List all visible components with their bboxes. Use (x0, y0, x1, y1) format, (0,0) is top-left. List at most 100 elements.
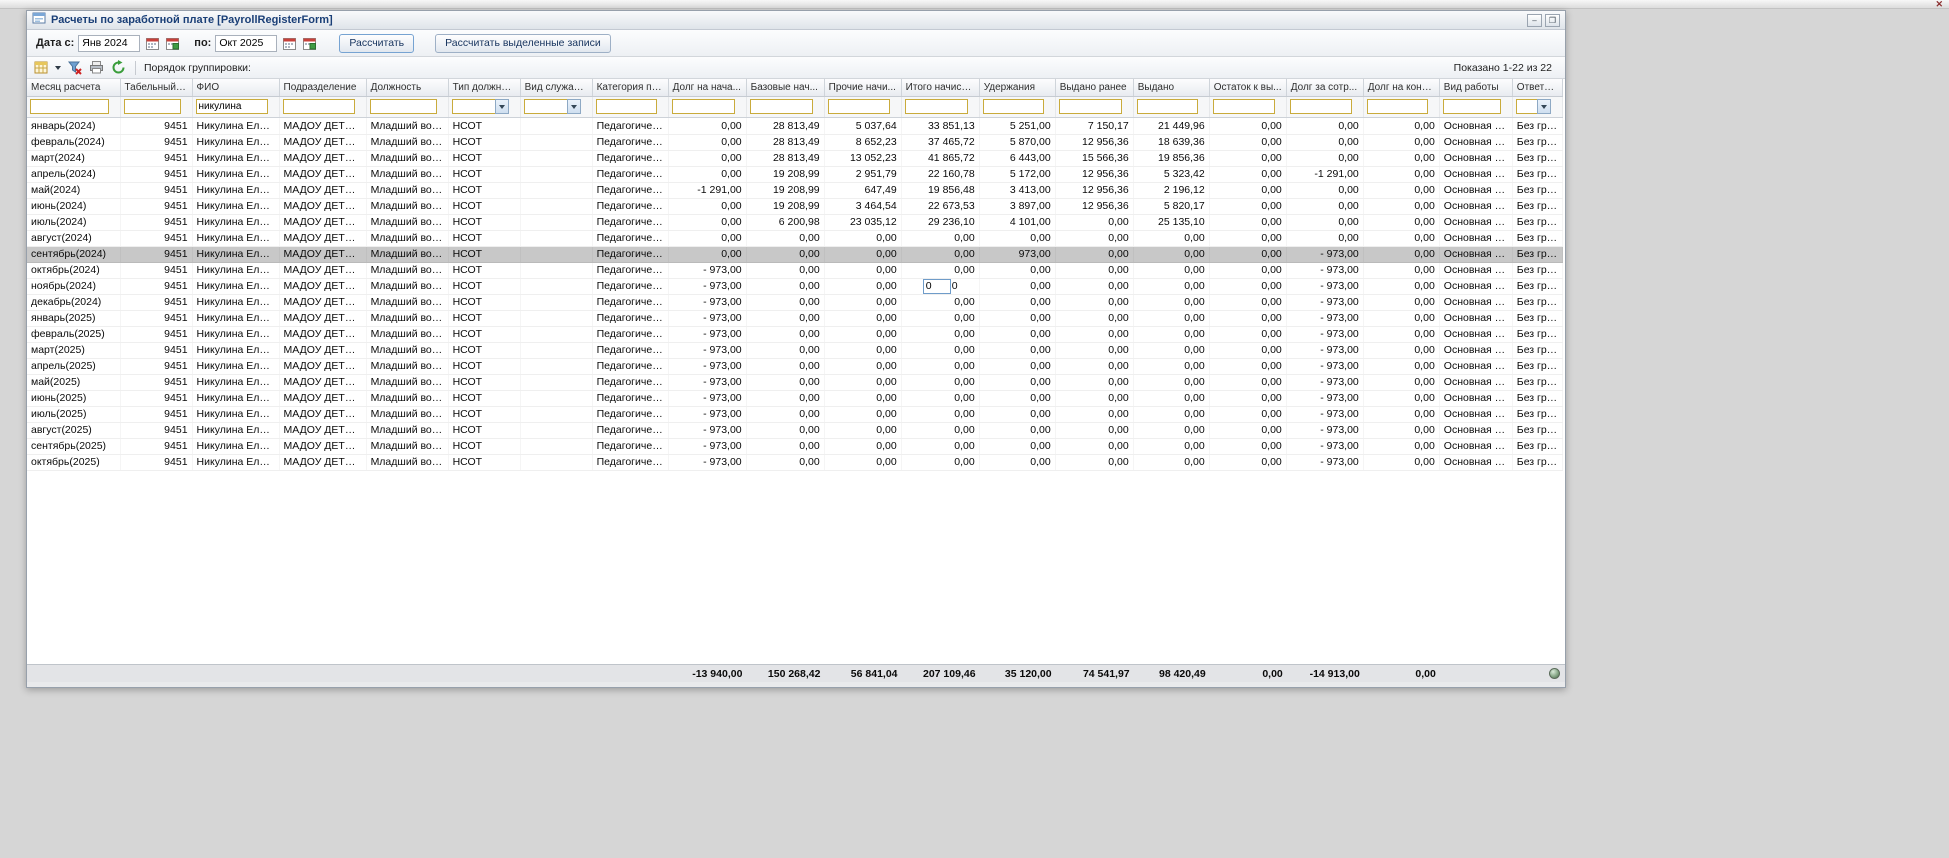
grid-cell[interactable]: 0,00 (979, 326, 1056, 343)
grid-cell[interactable] (520, 278, 593, 295)
grid-cell[interactable]: Основная работа (1439, 118, 1513, 135)
grid-row[interactable]: сентябрь(2025) 9451 Никулина Елен... МАДОУ … (27, 438, 1564, 455)
grid-cell[interactable]: Основная работа (1439, 182, 1513, 199)
grid-cell[interactable]: 0,00 (824, 294, 902, 311)
grid-cell[interactable]: Младший воспи... (366, 310, 449, 327)
grid-cell[interactable]: Без группы (1512, 406, 1564, 423)
grid-cell[interactable]: 5 172,00 (979, 166, 1056, 183)
grid-cell[interactable]: 0,00 (1363, 214, 1440, 231)
grid-cell[interactable]: Основная работа (1439, 390, 1513, 407)
grid-cell[interactable]: НСОТ (448, 454, 521, 471)
grid-cell[interactable]: 0,00 (901, 294, 980, 311)
grid-cell[interactable]: 0,00 (746, 454, 825, 471)
grid-cell[interactable]: - 973,00 (1286, 422, 1364, 439)
grid-cell[interactable]: 9451 (120, 438, 193, 455)
grid-cell[interactable]: 0,00 (979, 358, 1056, 375)
filter-input[interactable] (523, 99, 568, 115)
grid-cell[interactable]: - 973,00 (668, 342, 747, 359)
grid-cell[interactable]: НСОТ (448, 230, 521, 247)
date-from-input[interactable] (78, 34, 141, 52)
grid-row[interactable]: октябрь(2025) 9451 Никулина Елен... МАДОУ Д… (27, 454, 1564, 471)
grid-cell[interactable]: 0,00 (1286, 198, 1364, 215)
grid-cell[interactable]: 0,00 (668, 150, 747, 167)
export-menu-arrow-icon[interactable] (55, 65, 61, 70)
grid-cell[interactable]: МАДОУ ДЕТСКИ... (279, 118, 367, 135)
grid-cell[interactable]: - 973,00 (668, 422, 747, 439)
grid-cell[interactable]: декабрь(2024) (27, 294, 121, 311)
filter-input[interactable] (827, 99, 890, 115)
grid-cell[interactable]: Младший воспи... (366, 390, 449, 407)
grid-cell[interactable]: 647,49 (824, 182, 902, 199)
grid-cell[interactable]: 2 196,12 (1133, 182, 1210, 199)
filter-input[interactable] (982, 99, 1044, 115)
grid-cell[interactable]: Младший воспи... (366, 198, 449, 215)
grid-cell[interactable]: Младший воспи... (366, 278, 449, 295)
grid-cell[interactable]: МАДОУ ДЕТСКИ... (279, 246, 367, 263)
grid-cell[interactable]: - 973,00 (1286, 310, 1364, 327)
grid-cell[interactable]: 9451 (120, 262, 193, 279)
grid-cell[interactable]: Без группы (1512, 166, 1564, 183)
grid-cell[interactable]: 0,00 (668, 214, 747, 231)
grid-cell[interactable]: Никулина Елен... (192, 214, 280, 231)
grid-cell[interactable]: 6 443,00 (979, 150, 1056, 167)
grid-cell[interactable]: Педагогические... (592, 230, 669, 247)
grid-cell[interactable]: Никулина Елен... (192, 198, 280, 215)
grid-cell[interactable]: - 973,00 (1286, 294, 1364, 311)
grid-cell[interactable]: 0,00 (1209, 406, 1287, 423)
grid-cell[interactable]: 0,00 (746, 342, 825, 359)
grid-cell[interactable]: 0,00 (1055, 214, 1134, 231)
grid-cell[interactable]: Младший воспи... (366, 182, 449, 199)
filter-input[interactable] (671, 99, 735, 115)
grid-cell[interactable]: 0,00 (824, 454, 902, 471)
grid-cell[interactable]: Никулина Елен... (192, 374, 280, 391)
grid-cell[interactable]: 19 208,99 (746, 182, 825, 199)
grid-cell[interactable]: февраль(2025) (27, 326, 121, 343)
grid-cell[interactable]: 0,00 (1133, 390, 1210, 407)
grid-row[interactable]: август(2024) 9451 Никулина Елен... МАДОУ ДЕ… (27, 230, 1564, 247)
grid-cell[interactable]: Основная работа (1439, 246, 1513, 263)
grid-cell[interactable]: 9451 (120, 118, 193, 135)
grid-cell[interactable]: 0,00 (1133, 438, 1210, 455)
grid-cell[interactable]: Педагогические... (592, 246, 669, 263)
grid-cell[interactable]: Педагогические... (592, 310, 669, 327)
grid-cell[interactable]: 0,00 (1209, 198, 1287, 215)
grid-cell[interactable]: 15 566,36 (1055, 150, 1134, 167)
grid-cell[interactable] (520, 358, 593, 375)
grid-cell[interactable]: 0,00 (824, 230, 902, 247)
window-titlebar[interactable]: Расчеты по заработной плате [PayrollRegi… (27, 11, 1565, 30)
cell-editor-input[interactable] (922, 278, 951, 294)
grid-cell[interactable]: Никулина Елен... (192, 230, 280, 247)
grid-cell[interactable]: 9451 (120, 422, 193, 439)
grid-cell[interactable]: - 973,00 (668, 454, 747, 471)
grid-cell[interactable]: 0,00 (979, 310, 1056, 327)
grid-cell[interactable]: 0,00 (1133, 246, 1210, 263)
grid-cell[interactable]: Основная работа (1439, 342, 1513, 359)
grid-cell[interactable]: Без группы (1512, 262, 1564, 279)
grid-cell[interactable]: 9451 (120, 454, 193, 471)
grid-cell[interactable]: - 973,00 (668, 294, 747, 311)
grid-cell[interactable]: 9451 (120, 310, 193, 327)
status-icon[interactable] (1549, 668, 1560, 679)
grid-cell[interactable]: 0,00 (901, 390, 980, 407)
grid-cell[interactable]: 9451 (120, 150, 193, 167)
grid-cell[interactable]: 0,00 (1363, 246, 1440, 263)
grid-cell[interactable]: 0,00 (1363, 454, 1440, 471)
grid-cell[interactable]: Без группы (1512, 118, 1564, 135)
grid-cell[interactable]: Педагогические... (592, 454, 669, 471)
grid-cell[interactable]: МАДОУ ДЕТСКИ... (279, 406, 367, 423)
grid-row[interactable]: август(2025) 9451 Никулина Елен... МАДОУ ДЕ… (27, 422, 1564, 439)
grid-cell[interactable]: 0,00 (746, 358, 825, 375)
grid-cell[interactable]: Педагогические... (592, 406, 669, 423)
grid-cell[interactable]: Без группы (1512, 278, 1564, 295)
grid-cell[interactable]: - 973,00 (668, 358, 747, 375)
grid-cell[interactable]: 37 465,72 (901, 134, 980, 151)
grid-row[interactable]: июнь(2025) 9451 Никулина Елен... МАДОУ ДЕТС… (27, 390, 1564, 407)
grid-cell[interactable]: 0,00 (1055, 390, 1134, 407)
column-header[interactable]: Ответственный ... (1512, 79, 1564, 97)
grid-cell[interactable]: 9451 (120, 294, 193, 311)
grid-cell[interactable]: 0,00 (1055, 358, 1134, 375)
grid-cell[interactable]: 28 813,49 (746, 150, 825, 167)
grid-cell[interactable]: Младший воспи... (366, 454, 449, 471)
grid-cell[interactable]: НСОТ (448, 118, 521, 135)
filter-input[interactable] (282, 99, 355, 115)
